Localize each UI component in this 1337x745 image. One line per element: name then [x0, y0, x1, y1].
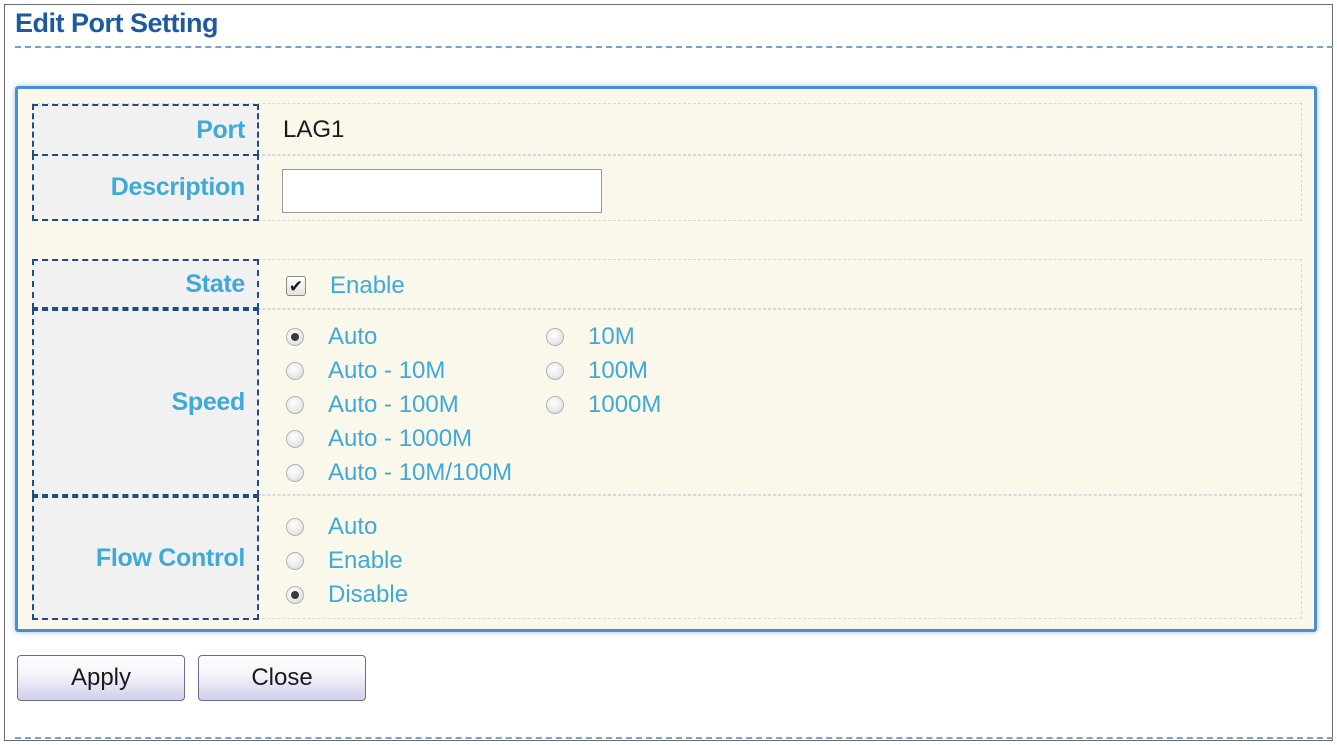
- speed-option-label: Auto: [328, 323, 378, 350]
- radio-icon: [546, 328, 564, 346]
- description-input[interactable]: [282, 169, 602, 213]
- speed-option-auto-1000m[interactable]: Auto - 1000M: [286, 425, 472, 453]
- radio-icon: [286, 518, 304, 536]
- speed-option-auto-10m[interactable]: Auto - 10M: [286, 357, 445, 385]
- speed-option-label: Auto - 10M/100M: [328, 459, 513, 486]
- radio-icon: [546, 362, 564, 380]
- speed-option-auto[interactable]: Auto: [286, 323, 377, 351]
- radio-icon: [286, 396, 304, 414]
- checkmark-icon: ✔: [286, 276, 306, 296]
- flow-control-option-auto[interactable]: Auto: [286, 513, 377, 541]
- flow-control-option-label: Auto: [328, 513, 378, 540]
- speed-label: Speed: [32, 309, 259, 496]
- page-title: Edit Port Setting: [15, 8, 219, 38]
- radio-icon: [546, 396, 564, 414]
- radio-selected-icon: [286, 328, 304, 346]
- flow-control-label: Flow Control: [32, 496, 259, 620]
- speed-option-label: Auto - 1000M: [328, 425, 473, 452]
- flow-control-option-label: Enable: [328, 547, 403, 574]
- bottom-divider: [15, 737, 1333, 739]
- speed-option-label: 100M: [588, 357, 649, 384]
- speed-option-auto-10m-100m[interactable]: Auto - 10M/100M: [286, 459, 512, 487]
- speed-option-1000m[interactable]: 1000M: [546, 391, 661, 419]
- radio-icon: [286, 464, 304, 482]
- state-enable-label: Enable: [330, 272, 405, 299]
- radio-icon: [286, 552, 304, 570]
- speed-option-auto-100m[interactable]: Auto - 100M: [286, 391, 459, 419]
- speed-option-10m[interactable]: 10M: [546, 323, 635, 351]
- port-value: LAG1: [283, 116, 345, 143]
- close-button[interactable]: Close: [198, 655, 366, 701]
- speed-option-label: Auto - 10M: [328, 357, 446, 384]
- port-label: Port: [32, 104, 259, 156]
- state-enable-checkbox[interactable]: ✔ Enable: [286, 272, 405, 300]
- radio-icon: [286, 362, 304, 380]
- speed-option-100m[interactable]: 100M: [546, 357, 648, 385]
- description-label: Description: [32, 154, 259, 221]
- flow-control-option-disable[interactable]: Disable: [286, 581, 408, 609]
- title-divider: [15, 46, 1333, 48]
- speed-option-label: 10M: [588, 323, 635, 350]
- radio-icon: [286, 430, 304, 448]
- state-label: State: [32, 259, 259, 309]
- apply-button[interactable]: Apply: [17, 655, 185, 701]
- port-settings-panel: Port LAG1 Description State ✔ Enable Spe…: [15, 86, 1317, 632]
- speed-option-label: 1000M: [588, 391, 662, 418]
- speed-option-label: Auto - 100M: [328, 391, 459, 418]
- radio-selected-icon: [286, 586, 304, 604]
- flow-control-option-enable[interactable]: Enable: [286, 547, 403, 575]
- flow-control-option-label: Disable: [328, 581, 409, 608]
